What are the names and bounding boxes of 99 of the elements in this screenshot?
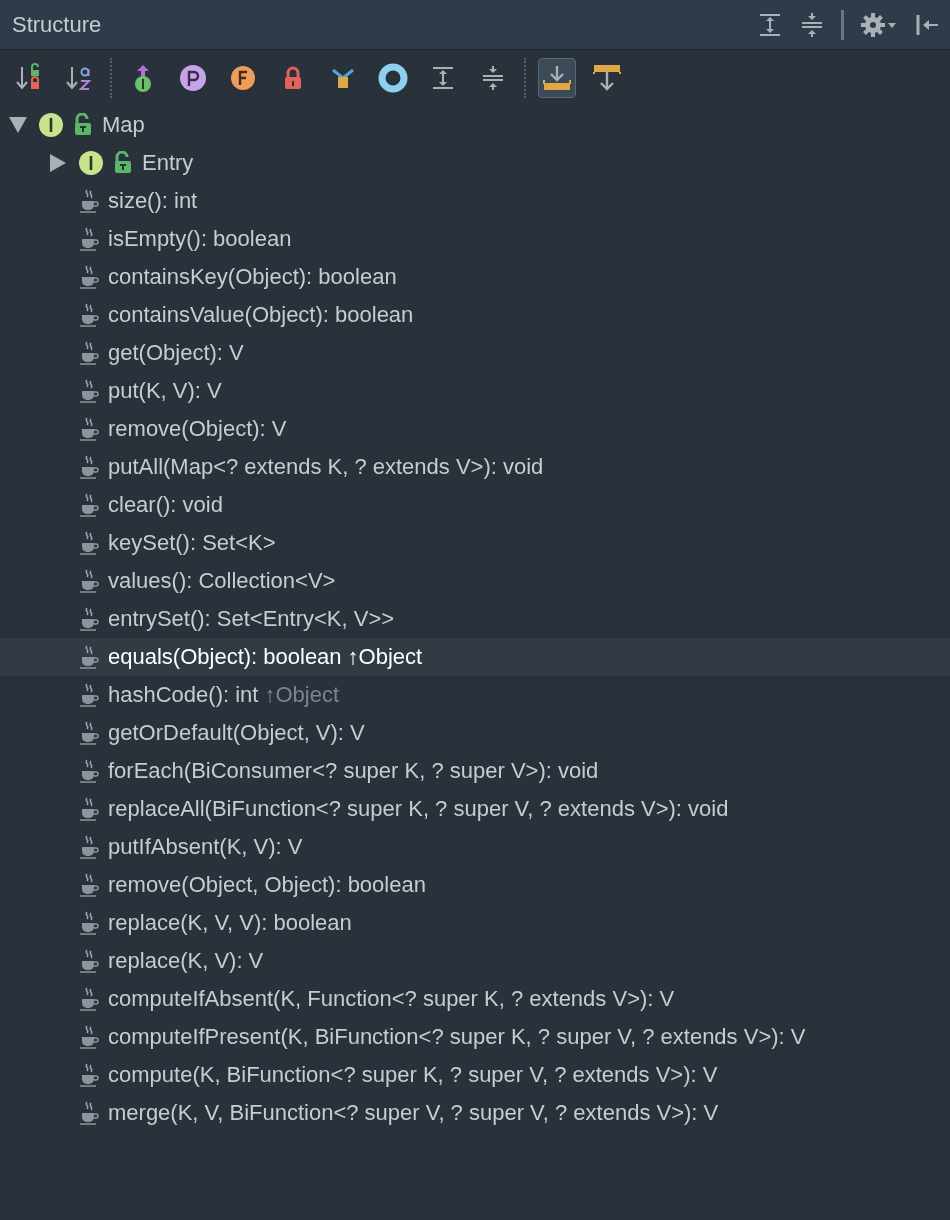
coffee-cup-icon bbox=[78, 188, 100, 214]
tree-row[interactable]: merge(K, V, BiFunction<? super V, ? super V, ? extends V>): V bbox=[0, 1094, 950, 1132]
tree-row[interactable]: keySet(): Set<K> bbox=[0, 524, 950, 562]
coffee-cup-icon bbox=[78, 1024, 100, 1050]
tree-row[interactable]: size(): int bbox=[0, 182, 950, 220]
interface-name: Map bbox=[102, 112, 145, 138]
tree-row[interactable]: put(K, V): V bbox=[0, 372, 950, 410]
coffee-cup-icon bbox=[78, 796, 100, 822]
method-signature: get(Object): V bbox=[108, 340, 244, 366]
method-signature: compute(K, BiFunction<? super K, ? super V, ? extends V>): V bbox=[108, 1062, 718, 1088]
tree-row[interactable]: compute(K, BiFunction<? super K, ? super V, ? extends V>): V bbox=[0, 1056, 950, 1094]
method-signature: entrySet(): Set<Entry<K, V>> bbox=[108, 606, 395, 632]
coffee-cup-icon bbox=[78, 872, 100, 898]
method-signature: put(K, V): V bbox=[108, 378, 222, 404]
tree-row[interactable]: replace(K, V): V bbox=[0, 942, 950, 980]
interface-icon bbox=[38, 112, 64, 138]
method-signature: isEmpty(): boolean bbox=[108, 226, 292, 252]
method-signature: forEach(BiConsumer<? super K, ? super V>): void bbox=[108, 758, 599, 784]
interface-icon bbox=[78, 150, 104, 176]
gear-icon[interactable] bbox=[860, 11, 898, 38]
coffee-cup-icon bbox=[78, 226, 100, 252]
field-icon bbox=[229, 64, 257, 92]
tree-row[interactable]: Entry bbox=[0, 144, 950, 182]
expand-all-icon bbox=[430, 65, 456, 91]
method-signature: replaceAll(BiFunction<? super K, ? super V, ? extends V>): void bbox=[108, 796, 729, 822]
coffee-cup-icon bbox=[78, 530, 100, 556]
coffee-cup-icon bbox=[78, 454, 100, 480]
coffee-cup-icon bbox=[78, 948, 100, 974]
coffee-cup-icon bbox=[78, 568, 100, 594]
collapse-all-icon[interactable] bbox=[799, 11, 825, 38]
method-signature: replace(K, V): V bbox=[108, 948, 264, 974]
method-signature: containsValue(Object): boolean bbox=[108, 302, 414, 328]
tree-row[interactable]: replaceAll(BiFunction<? super K, ? super V, ? extends V>): void bbox=[0, 790, 950, 828]
method-signature: getOrDefault(Object, V): V bbox=[108, 720, 365, 746]
coffee-cup-icon bbox=[78, 606, 100, 632]
tree-row[interactable]: computeIfAbsent(K, Function<? super K, ? extends V>): V bbox=[0, 980, 950, 1018]
collapse-all-icon bbox=[480, 65, 506, 91]
expand-all-icon[interactable] bbox=[757, 11, 783, 38]
coffee-cup-icon bbox=[78, 340, 100, 366]
coffee-cup-icon bbox=[78, 910, 100, 936]
coffee-cup-icon bbox=[78, 1100, 100, 1126]
tree-row[interactable]: clear(): void bbox=[0, 486, 950, 524]
coffee-cup-icon bbox=[78, 492, 100, 518]
tree-row[interactable]: replace(K, V, V): boolean bbox=[0, 904, 950, 942]
scroll-to-source-button[interactable] bbox=[538, 58, 576, 98]
lock-icon bbox=[282, 65, 304, 91]
method-signature: hashCode(): int bbox=[108, 682, 259, 708]
tree-row[interactable]: containsValue(Object): boolean bbox=[0, 296, 950, 334]
tree-row[interactable]: remove(Object, Object): boolean bbox=[0, 866, 950, 904]
coffee-cup-icon bbox=[78, 758, 100, 784]
method-signature: size(): int bbox=[108, 188, 198, 214]
method-signature: remove(Object, Object): boolean bbox=[108, 872, 426, 898]
tree-row[interactable]: equals(Object): boolean ↑Object bbox=[0, 638, 950, 676]
tree-row[interactable]: isEmpty(): boolean bbox=[0, 220, 950, 258]
method-signature: computeIfPresent(K, BiFunction<? super K, ? super V, ? extends V>): V bbox=[108, 1024, 806, 1050]
tree-row[interactable]: forEach(BiConsumer<? super K, ? super V>): void bbox=[0, 752, 950, 790]
coffee-cup-icon bbox=[78, 1062, 100, 1088]
unlocked-padlock-icon bbox=[72, 113, 94, 137]
method-signature: merge(K, V, BiFunction<? super V, ? super V, ? extends V>): V bbox=[108, 1100, 719, 1126]
tree-row[interactable]: containsKey(Object): boolean bbox=[0, 258, 950, 296]
method-signature: values(): Collection<V> bbox=[108, 568, 336, 594]
tree-row[interactable]: get(Object): V bbox=[0, 334, 950, 372]
inherited-from-label: ↑Object bbox=[264, 682, 339, 708]
coffee-cup-icon bbox=[78, 416, 100, 442]
tree-row[interactable]: remove(Object): V bbox=[0, 410, 950, 448]
method-signature: containsKey(Object): boolean bbox=[108, 264, 397, 290]
method-signature: keySet(): Set<K> bbox=[108, 530, 276, 556]
coffee-cup-icon bbox=[78, 264, 100, 290]
tree-row[interactable]: putAll(Map<? extends K, ? extends V>): void bbox=[0, 448, 950, 486]
coffee-cup-icon bbox=[78, 644, 100, 670]
method-signature: equals(Object): boolean bbox=[108, 644, 342, 670]
coffee-cup-icon bbox=[78, 834, 100, 860]
panel-title: Structure bbox=[12, 11, 103, 38]
method-signature: computeIfAbsent(K, Function<? super K, ? extends V>): V bbox=[108, 986, 675, 1012]
coffee-cup-icon bbox=[78, 986, 100, 1012]
coffee-cup-icon bbox=[78, 720, 100, 746]
property-icon bbox=[178, 63, 208, 93]
expand-arrow-icon[interactable] bbox=[49, 153, 67, 173]
ring-icon bbox=[377, 62, 409, 94]
method-signature: replace(K, V, V): boolean bbox=[108, 910, 352, 936]
method-signature: putIfAbsent(K, V): V bbox=[108, 834, 303, 860]
method-signature: putAll(Map<? extends K, ? extends V>): void bbox=[108, 454, 544, 480]
method-signature: remove(Object): V bbox=[108, 416, 287, 442]
interface-name: Entry bbox=[142, 150, 194, 176]
coffee-cup-icon bbox=[78, 378, 100, 404]
tree-row[interactable]: getOrDefault(Object, V): V bbox=[0, 714, 950, 752]
coffee-cup-icon bbox=[78, 682, 100, 708]
tree-row[interactable]: putIfAbsent(K, V): V bbox=[0, 828, 950, 866]
collapse-arrow-icon[interactable] bbox=[8, 116, 28, 134]
inherited-from-label: ↑Object bbox=[347, 644, 423, 670]
tree-row[interactable]: values(): Collection<V> bbox=[0, 562, 950, 600]
coffee-cup-icon bbox=[78, 302, 100, 328]
tree-row[interactable]: hashCode(): int ↑Object bbox=[0, 676, 950, 714]
unlocked-padlock-icon bbox=[112, 151, 134, 175]
tree-row[interactable]: computeIfPresent(K, BiFunction<? super K, ? super V, ? extends V>): V bbox=[0, 1018, 950, 1056]
method-signature: clear(): void bbox=[108, 492, 223, 518]
tree-row[interactable]: entrySet(): Set<Entry<K, V>> bbox=[0, 600, 950, 638]
scroll-to-source-icon bbox=[541, 64, 573, 92]
scroll-from-source-icon bbox=[591, 63, 623, 93]
